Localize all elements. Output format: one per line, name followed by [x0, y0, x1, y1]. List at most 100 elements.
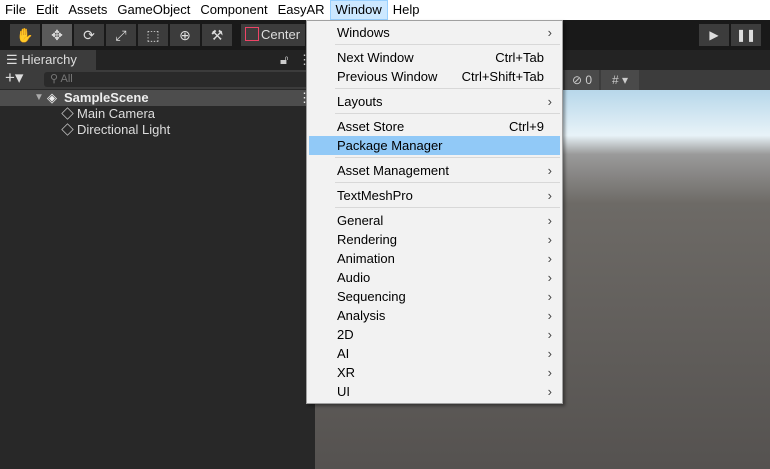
chevron-right-icon: ›: [547, 163, 552, 178]
menu-item-label: XR: [337, 365, 356, 380]
pivot-icon: [245, 27, 259, 41]
unity-scene-icon: ◈: [47, 90, 57, 105]
custom-tool-tool-button[interactable]: ⚒: [202, 24, 232, 46]
transform-tool-button[interactable]: ⊕: [170, 24, 200, 46]
menu-item-label: Analysis: [337, 308, 386, 323]
chevron-right-icon: ›: [547, 346, 552, 361]
visibility-toggle[interactable]: ⊘ 0: [565, 70, 599, 90]
menu-item-label: AI: [337, 346, 350, 361]
menu-item-ai[interactable]: AI ›: [309, 344, 560, 363]
menu-item-label: UI: [337, 384, 350, 399]
menu-easyar[interactable]: EasyAR: [273, 0, 330, 20]
menu-bar: File Edit Assets GameObject Component Ea…: [0, 0, 770, 20]
menu-item-label: Audio: [337, 270, 371, 285]
chevron-right-icon: ›: [547, 327, 552, 342]
rect-icon: ⬚: [146, 27, 160, 43]
menu-item-label: Package Manager: [337, 138, 443, 153]
shortcut-label: Ctrl+Shift+Tab: [461, 69, 544, 84]
menu-item-ui[interactable]: UI ›: [309, 382, 560, 401]
hidden-eye-icon: ⊘: [571, 73, 583, 87]
menu-item-audio[interactable]: Audio ›: [309, 268, 560, 287]
menu-component[interactable]: Component: [195, 0, 272, 20]
tree-item-scene[interactable]: ▼ ◈ SampleScene ⋮: [0, 90, 315, 106]
menu-item-rendering[interactable]: Rendering ›: [309, 230, 560, 249]
search-placeholder: All: [60, 73, 73, 85]
scale-icon: ⤢: [115, 27, 127, 43]
window-menu-dropdown: Windows › Next Window Ctrl+Tab Previous Wind…: [306, 20, 563, 404]
gameobject-icon: [61, 123, 74, 136]
chevron-right-icon: ›: [547, 289, 552, 304]
scale-tool-button[interactable]: ⤢: [106, 24, 136, 46]
chevron-right-icon: ›: [547, 25, 552, 40]
menu-item-general[interactable]: General ›: [309, 211, 560, 230]
expand-arrow-icon[interactable]: ▼: [34, 90, 44, 106]
rotate-icon: ⟳: [83, 27, 95, 43]
tab-label: Hierarchy: [21, 52, 77, 67]
chevron-right-icon: ›: [547, 308, 552, 323]
rect-tool-button[interactable]: ⬚: [138, 24, 168, 46]
menu-item-layouts[interactable]: Layouts ›: [309, 92, 560, 111]
menu-window[interactable]: Window: [329, 0, 388, 20]
menu-assets[interactable]: Assets: [63, 0, 112, 20]
menu-item-sequencing[interactable]: Sequencing ›: [309, 287, 560, 306]
search-icon: ⚲: [50, 73, 61, 85]
pause-button[interactable]: ❚❚: [731, 24, 761, 46]
menu-item-label: Animation: [337, 251, 395, 266]
menu-item-animation[interactable]: Animation ›: [309, 249, 560, 268]
menu-item-xr[interactable]: XR ›: [309, 363, 560, 382]
grid-icon: #: [611, 73, 619, 87]
menu-item-windows[interactable]: Windows ›: [309, 23, 560, 42]
menu-item-asset-store[interactable]: Asset Store Ctrl+9: [309, 117, 560, 136]
menu-item-label: Windows: [337, 25, 390, 40]
tree-item[interactable]: Directional Light: [61, 122, 170, 138]
chevron-right-icon: ›: [547, 94, 552, 109]
menu-item-label: Previous Window: [337, 69, 438, 84]
chevron-right-icon: ›: [547, 213, 552, 228]
menu-edit[interactable]: Edit: [31, 0, 63, 20]
menu-item-analysis[interactable]: Analysis ›: [309, 306, 560, 325]
menu-item-next-window[interactable]: Next Window Ctrl+Tab: [309, 48, 560, 67]
hierarchy-search-input[interactable]: ⚲ All: [44, 72, 315, 87]
gameobject-icon: [61, 107, 74, 120]
menu-gameobject[interactable]: GameObject: [112, 0, 195, 20]
transform-icon: ⊕: [179, 27, 191, 43]
menu-item-label: Layouts: [337, 94, 383, 109]
menu-item-label: Asset Management: [337, 163, 450, 178]
pivot-center-button[interactable]: Center: [241, 24, 305, 46]
center-label: Center: [261, 27, 301, 42]
move-tool-button[interactable]: ✥: [42, 24, 72, 46]
play-button[interactable]: ▶: [699, 24, 729, 46]
shortcut-label: Ctrl+9: [508, 119, 544, 134]
chevron-right-icon: ›: [547, 251, 552, 266]
scene-name: SampleScene: [64, 90, 149, 105]
menu-item-asset-management[interactable]: Asset Management ›: [309, 161, 560, 180]
tab-hierarchy[interactable]: ☰ Hierarchy: [0, 50, 96, 70]
shortcut-label: Ctrl+Tab: [495, 50, 544, 65]
menu-help[interactable]: Help: [388, 0, 425, 20]
rotate-tool-button[interactable]: ⟳: [74, 24, 104, 46]
chevron-right-icon: ›: [547, 188, 552, 203]
move-icon: ✥: [51, 27, 63, 43]
add-dropdown-button[interactable]: +▾: [5, 68, 23, 88]
menu-item-package-manager[interactable]: Package Manager: [309, 136, 560, 155]
menu-item-previous-window[interactable]: Previous Window Ctrl+Shift+Tab: [309, 67, 560, 86]
menu-item-textmeshpro[interactable]: TextMeshPro ›: [309, 186, 560, 205]
chevron-down-icon: ▾: [622, 73, 629, 87]
tree-item[interactable]: Main Camera: [61, 106, 156, 122]
chevron-right-icon: ›: [547, 365, 552, 380]
menu-item-label: Asset Store: [337, 119, 405, 134]
hidden-count: 0: [585, 73, 593, 87]
menu-item-label: TextMeshPro: [337, 188, 413, 203]
hand-tool-button[interactable]: ✋: [10, 24, 40, 46]
menu-item-label: 2D: [337, 327, 354, 342]
lock-icon[interactable]: 🔓︎: [280, 52, 288, 68]
list-icon: ☰: [6, 52, 22, 67]
menu-file[interactable]: File: [0, 0, 31, 20]
menu-item-2d[interactable]: 2D ›: [309, 325, 560, 344]
menu-item-label: Next Window: [337, 50, 414, 65]
hand-icon: ✋: [16, 27, 34, 43]
menu-item-label: Sequencing: [337, 289, 406, 304]
item-label: Main Camera: [77, 106, 156, 121]
grid-button[interactable]: # ▾: [601, 70, 639, 90]
chevron-right-icon: ›: [547, 384, 552, 399]
